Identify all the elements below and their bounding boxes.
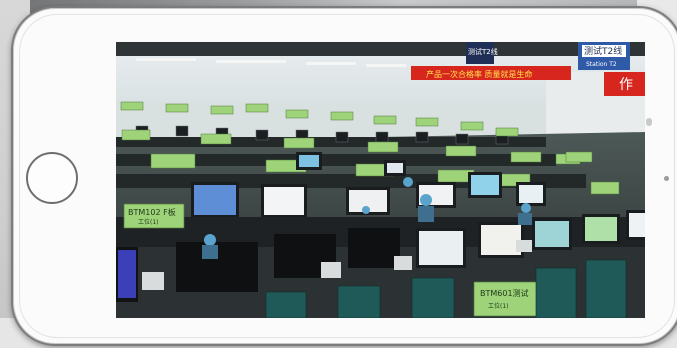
station-sublabel-2: 工位(1) (488, 302, 509, 310)
side-sensor (646, 118, 652, 126)
hanging-sign-2: 测试T2线 (584, 45, 622, 57)
hanging-sign-1: 测试T2线 (468, 47, 498, 56)
red-banner-right-text: 作 (619, 77, 633, 93)
home-button[interactable] (26, 152, 78, 204)
camera-dot (664, 176, 669, 181)
station-label-btm102: BTM102 F板 (128, 207, 176, 217)
factory-floor-photo: 产品一次合格率 质量就是生命 作 测试T2线 测试T2线 Station T2 (116, 42, 645, 318)
phone-screen-photo: 产品一次合格率 质量就是生命 作 测试T2线 测试T2线 Station T2 (116, 42, 645, 318)
station-label-btm601: BTM601测试 (480, 288, 529, 298)
red-banner-text: 产品一次合格率 质量就是生命 (426, 69, 533, 79)
station-sublabel-1: 工位(1) (138, 218, 159, 226)
hanging-sign-sub: Station T2 (586, 61, 617, 68)
